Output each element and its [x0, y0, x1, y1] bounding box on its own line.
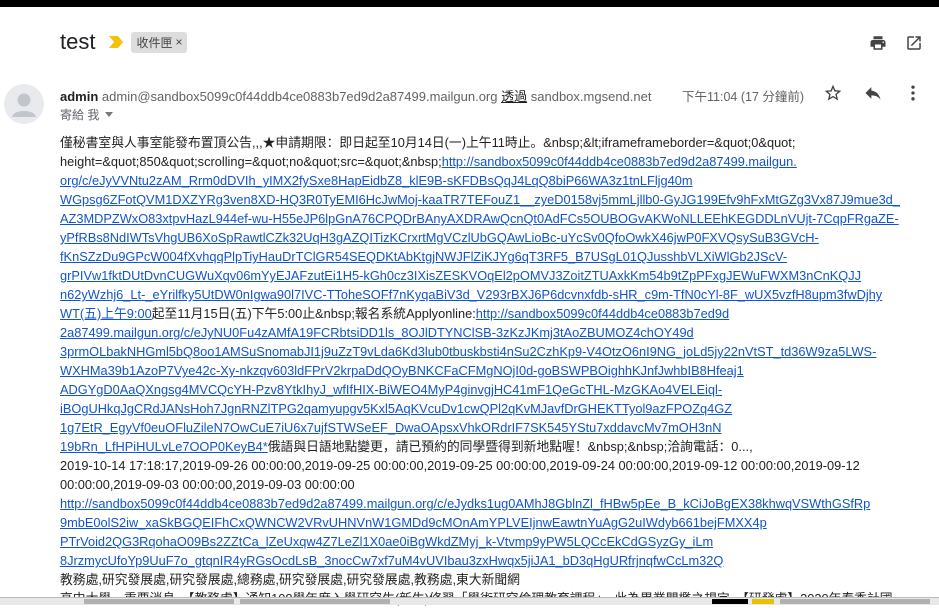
email-subject: test [60, 29, 96, 54]
body-link[interactable]: 3prmOLbakNHGml5bQ8oo1AMSuSnomabJI1j9uZzT… [60, 344, 876, 359]
message-time: 下午11:04 (17 分鐘前) [682, 90, 805, 104]
body-link[interactable]: 8JrzmycUfoYp9UuF7o_gtqnIR4yRGsOcdLsB_3no… [60, 553, 723, 568]
body-text: 起至11月15日(五)下午5:00止&nbsp;報名系統Applyonline: [151, 306, 476, 321]
body-link[interactable]: fKnSZzDu9GPcW004fXvhqqPlpTiyHauDrTClGR54… [60, 249, 787, 264]
body-link[interactable]: WT(五)上午9:00 [60, 306, 152, 321]
taskbar-item[interactable] [780, 599, 930, 604]
body-line: 2019-10-14 17:18:17,2019-09-26 00:00:00,… [60, 456, 920, 475]
body-line: WT(五)上午9:00起至11月15日(五)下午5:00止&nbsp;報名系統A… [60, 304, 920, 323]
reply-icon [865, 87, 881, 100]
body-link[interactable]: org/c/eJyVVNtu2zAM_Rrm0dDVIh_yIMX2fySxe8… [60, 173, 693, 188]
body-link[interactable]: WGpsg6ZFotQVM1DXZYRg3ven8XD-HQ3R0TyEMI6H… [60, 192, 900, 207]
more-vert-icon [911, 85, 915, 101]
body-link[interactable]: grPIVw1fktDUtDvnCUGWuXqv06mYyEJAFzutEi1H… [60, 268, 861, 283]
body-link[interactable]: http://sandbox5099c0f44ddb4ce0883b7ed9d [476, 306, 729, 321]
body-text: 俄語與日語地點變更，請已預約的同學暨得到新地點喔！&nbsp;&nbsp;洽詢電… [267, 439, 753, 454]
remove-label-icon[interactable]: × [175, 35, 182, 49]
body-text: height=&quot;850&quot;scrolling=&quot;no… [60, 154, 442, 169]
body-link[interactable]: iBOgUHkqJgCRdJANsHoh7JgnRNZlTPG2qamyupgv… [60, 401, 732, 416]
body-line: 教務處,研究發展處,研究發展處,總務處,研究發展處,研究發展處,教務處,東大新聞… [60, 570, 920, 589]
body-line: AZ3MDPZWxO83xtpvHazL944ef-wu-H55eJP6lpGn… [60, 209, 920, 228]
thread-actions [867, 32, 925, 54]
body-text: 2019-10-14 17:18:17,2019-09-26 00:00:00,… [60, 458, 860, 473]
taskbar-item[interactable] [712, 599, 748, 604]
browser-top-bar [0, 0, 939, 7]
recipient-line[interactable]: 寄給 我 [60, 106, 114, 123]
print-icon [870, 36, 886, 50]
sender-address: admin@sandbox5099c0f44ddb4ce0883b7ed9d2a… [101, 89, 498, 104]
body-line: height=&quot;850&quot;scrolling=&quot;no… [60, 152, 920, 171]
taskbar-item[interactable] [84, 599, 234, 604]
taskbar-item[interactable] [752, 599, 774, 604]
body-link[interactable]: PTrVoid2QG3RqohaO09Bs2ZZtCa_lZeUxqw4Z7Le… [60, 534, 713, 549]
sender-name[interactable]: admin [60, 89, 98, 104]
important-marker-icon[interactable] [109, 36, 124, 48]
body-line: 1g7EtR_EgyVf0euOFluZileN7OwCuE7iU6x7ujfS… [60, 418, 920, 437]
body-line: 9mbE0olS2iw_xaSkBGQEIFhCxQWNCW2VRvUHNVnW… [60, 513, 920, 532]
reply-button[interactable] [862, 82, 884, 104]
body-text: 教務處,研究發展處,研究發展處,總務處,研究發展處,研究發展處,教務處,東大新聞… [60, 572, 520, 587]
body-link[interactable]: 2a87499.mailgun.org/c/eJyNU0Fu4zAMfA19FC… [60, 325, 694, 340]
email-body: 僅秘書室與人事室能發布置頂公告,,,★申請期限：即日起至10月14日(一)上午1… [60, 133, 920, 608]
body-link[interactable]: 9mbE0olS2iw_xaSkBGQEIFhCxQWNCW2VRvUHNVnW… [60, 515, 767, 530]
body-line: grPIVw1fktDUtDvnCUGWuXqv06mYyEJAFzutEi1H… [60, 266, 920, 285]
via-link[interactable]: 透過 [501, 89, 527, 104]
body-line: http://sandbox5099c0f44ddb4ce0883b7ed9d2… [60, 494, 920, 513]
show-details-caret-icon[interactable] [105, 112, 114, 117]
body-link[interactable]: 1g7EtR_EgyVf0euOFluZileN7OwCuE7iU6x7ujfS… [60, 420, 721, 435]
body-link[interactable]: WXHMa39b1AzoP7Vye42c-Xy-nkzqv603ldFPrV2k… [60, 363, 744, 378]
body-line: yPfRBs8NdIWTsVhgUB6XoSpRawtlCZk32UqH3gAZ… [60, 228, 920, 247]
sender-avatar [4, 84, 44, 124]
recipient-text: 寄給 我 [60, 108, 100, 122]
sender-line: admin admin@sandbox5099c0f44ddb4ce0883b7… [60, 86, 651, 105]
body-link[interactable]: http://sandbox5099c0f44ddb4ce0883b7ed9d2… [442, 154, 797, 169]
label-chip-text: 收件匣 [136, 35, 173, 50]
body-link[interactable]: AZ3MDPZWxO83xtpvHazL944ef-wu-H55eJP6lpGn… [60, 211, 899, 226]
body-line: 僅秘書室與人事室能發布置頂公告,,,★申請期限：即日起至10月14日(一)上午1… [60, 133, 920, 152]
star-icon [824, 84, 842, 101]
open-in-new-icon [907, 36, 921, 50]
taskbar-item[interactable] [240, 599, 390, 604]
body-line: WXHMa39b1AzoP7Vye42c-Xy-nkzqv603ldFPrV2k… [60, 361, 920, 380]
body-line: org/c/eJyVVNtu2zAM_Rrm0dDVIh_yIMX2fySxe8… [60, 171, 920, 190]
body-line: ADGYgD0AaQXngsg4MVCQcYH-Pzv8YtkIhyJ_wfIf… [60, 380, 920, 399]
body-line: fKnSZzDu9GPcW004fXvhqqPlpTiyHauDrTClGR54… [60, 247, 920, 266]
body-line: 3prmOLbakNHGml5bQ8oo1AMSuSnomabJI1j9uZzT… [60, 342, 920, 361]
body-text: 僅秘書室與人事室能發布置頂公告,,,★申請期限：即日起至10月14日(一)上午1… [60, 135, 796, 150]
default-avatar-icon [12, 93, 36, 117]
open-in-new-window-button[interactable] [903, 32, 925, 54]
body-link[interactable]: 19bRn_LfHPiHULvLe7OOP0KeyB4* [60, 439, 268, 454]
message-actions [822, 82, 924, 104]
body-link[interactable]: n62yWzhj6_Lt-_eYrilfky5UtDW0nIgwa90l7IVC… [60, 287, 882, 302]
via-domain: sandbox.mgsend.net [530, 89, 652, 104]
body-link[interactable]: yPfRBs8NdIWTsVhgUB6XoSpRawtlCZk32UqH3gAZ… [60, 230, 819, 245]
body-line: n62yWzhj6_Lt-_eYrilfky5UtDW0nIgwa90l7IVC… [60, 285, 920, 304]
body-link[interactable]: ADGYgD0AaQXngsg4MVCQcYH-Pzv8YtkIhyJ_wfIf… [60, 382, 722, 397]
body-line: 8JrzmycUfoYp9UuF7o_gtqnIR4yRGsOcdLsB_3no… [60, 551, 920, 570]
body-line: WGpsg6ZFotQVM1DXZYRg3ven8XD-HQ3R0TyEMI6H… [60, 190, 920, 209]
subject-row: test 收件匣 × [60, 28, 187, 56]
body-line: 2a87499.mailgun.org/c/eJyNU0Fu4zAMfA19FC… [60, 323, 920, 342]
label-chip-inbox: 收件匣 × [131, 31, 187, 53]
body-line: 19bRn_LfHPiHULvLe7OOP0KeyB4*俄語與日語地點變更，請已… [60, 437, 920, 456]
star-button[interactable] [822, 82, 844, 104]
body-line: 00:00:00,2019-09-03 00:00:00,2019-09-03 … [60, 475, 920, 494]
print-button[interactable] [867, 32, 889, 54]
body-line: iBOgUHkqJgCRdJANsHoh7JgnRNZlTPG2qamyupgv… [60, 399, 920, 418]
more-options-button[interactable] [902, 82, 924, 104]
body-link[interactable]: http://sandbox5099c0f44ddb4ce0883b7ed9d2… [60, 496, 870, 511]
body-line: PTrVoid2QG3RqohaO09Bs2ZZtCa_lZeUxqw4Z7Le… [60, 532, 920, 551]
body-text: 00:00:00,2019-09-03 00:00:00,2019-09-03 … [60, 477, 355, 492]
